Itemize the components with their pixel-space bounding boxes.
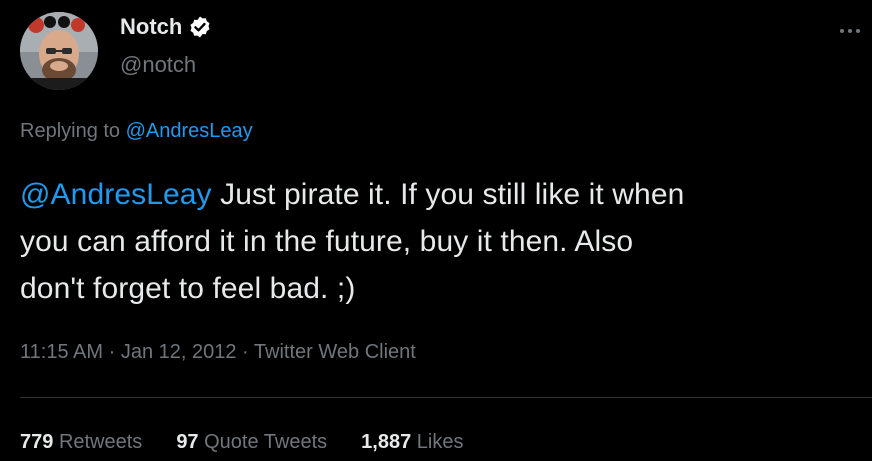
tweet-text-segment: Just pirate it. If you still like it whe… — [220, 178, 685, 211]
retweets-count: 779 — [20, 431, 54, 453]
meta-separator: · — [108, 341, 116, 363]
replying-to-label: Replying to — [20, 120, 121, 142]
tweet-time-link[interactable]: 11:15 AM — [20, 341, 103, 363]
replying-to-handle-link[interactable]: @AndresLeay — [126, 120, 253, 142]
mention-link[interactable]: @AndresLeay — [20, 178, 212, 211]
author-name-row: Notch — [120, 14, 212, 40]
likes-stat[interactable]: 1,887 Likes — [361, 431, 463, 454]
author-name[interactable]: Notch — [120, 14, 182, 40]
tweet-text: @AndresLeay Just pirate it. If you still… — [20, 171, 860, 312]
tweet-client-link[interactable]: Twitter Web Client — [254, 341, 416, 363]
tweet-meta: 11:15 AM · Jan 12, 2012 · Twitter Web Cl… — [20, 341, 416, 364]
retweets-label: Retweets — [58, 431, 143, 453]
tweet-stats: 779 Retweets 97 Quote Tweets 1,887 Likes — [20, 431, 464, 454]
author-handle[interactable]: @notch — [120, 52, 196, 78]
tweet-date-link[interactable]: Jan 12, 2012 — [121, 341, 237, 363]
tweet-detail: Notch @notch Replying to @AndresLeay @An… — [0, 0, 872, 461]
tweet-text-line: don't forget to feel bad. ;) — [20, 272, 356, 305]
tweet-text-line: you can afford it in the future, buy it … — [20, 225, 634, 258]
quote-tweets-count: 97 — [176, 431, 199, 453]
avatar[interactable] — [20, 12, 98, 90]
likes-label: Likes — [416, 431, 464, 453]
more-options-icon[interactable] — [838, 24, 862, 36]
tweet-text-line: @AndresLeay Just pirate it. If you still… — [20, 171, 860, 218]
meta-separator: · — [242, 341, 249, 363]
quote-tweets-stat[interactable]: 97 Quote Tweets — [176, 431, 327, 454]
likes-count: 1,887 — [361, 431, 412, 453]
divider — [20, 397, 872, 398]
retweets-stat[interactable]: 779 Retweets — [20, 431, 142, 454]
replying-to: Replying to @AndresLeay — [20, 120, 253, 143]
profile-photo-icon — [20, 12, 98, 90]
quote-tweets-label: Quote Tweets — [204, 431, 328, 453]
verified-badge-icon — [188, 15, 212, 39]
